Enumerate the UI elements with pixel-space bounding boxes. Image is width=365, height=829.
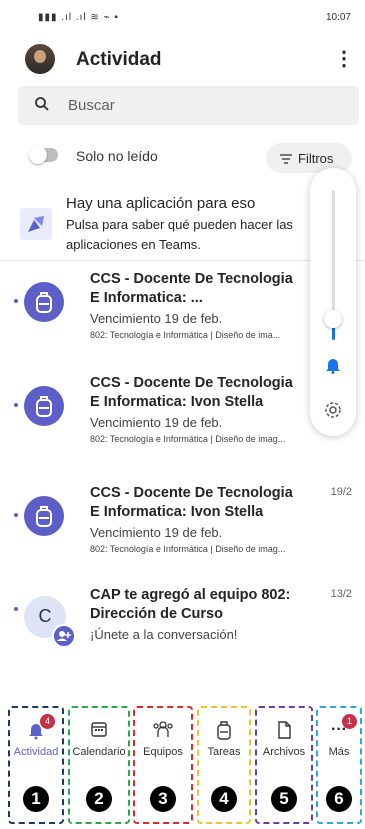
banner-description: Pulsa para saber qué pueden hacer las ap…: [66, 217, 293, 252]
assignment-avatar: [24, 282, 64, 322]
unread-dot: [14, 513, 18, 517]
notification-badge: 1: [342, 714, 357, 729]
item-time: 19/2: [330, 486, 352, 498]
step-number: 1: [10, 786, 62, 812]
gear-icon[interactable]: [323, 400, 343, 425]
item-meta: 802: Tecnología e Informática | Diseño d…: [90, 544, 286, 554]
assignment-avatar: [24, 386, 64, 426]
step-number: 6: [318, 786, 360, 812]
file-icon: [257, 720, 311, 742]
profile-avatar[interactable]: [25, 44, 55, 74]
nav-label: Archivos: [262, 746, 306, 758]
item-title: CCS - Docente De Tecnologia E Informatic…: [90, 485, 293, 520]
nav-item-archivos[interactable]: Archivos 5: [255, 706, 313, 824]
apps-icon: [20, 208, 52, 240]
people-add-icon: [52, 624, 76, 648]
notification-badge: 4: [40, 714, 55, 729]
nav-label: Equipos: [143, 746, 183, 758]
calendar-icon: [70, 720, 128, 742]
status-icons: ▮▮▮ .ıl .ıl ≋ ⌁ ▪: [38, 12, 119, 23]
banner-title: Hay una aplicación para eso: [66, 195, 256, 212]
teams-icon: [135, 720, 191, 742]
nav-item-actividad[interactable]: 4 Actividad 1: [8, 706, 64, 824]
unread-dot: [14, 403, 18, 407]
bell-icon[interactable]: [324, 356, 342, 379]
unread-only-label: Solo no leído: [76, 148, 158, 164]
search-bar[interactable]: Buscar: [18, 86, 359, 125]
item-title: CCS - Docente De Tecnologia E Informatic…: [90, 271, 293, 306]
item-subtitle: Vencimiento 19 de feb.: [90, 525, 223, 540]
nav-label: Actividad: [13, 746, 59, 758]
step-number: 2: [70, 786, 128, 812]
step-number: 5: [257, 786, 311, 812]
nav-label: Tareas: [207, 746, 241, 758]
nav-item-tareas[interactable]: Tareas 4: [197, 706, 251, 824]
step-number: 4: [199, 786, 249, 812]
list-item[interactable]: CCS - Docente De Tecnologia E Informatic…: [0, 482, 365, 578]
list-item[interactable]: C CAP te agregó al equipo 802: Dirección…: [0, 584, 365, 654]
item-subtitle: Vencimiento 19 de feb.: [90, 415, 223, 430]
backpack-icon: [36, 396, 52, 417]
status-bar: ▮▮▮ .ıl .ıl ≋ ⌁ ▪ 10:07: [0, 0, 365, 30]
nav-item-equipos[interactable]: Equipos 3: [133, 706, 193, 824]
unread-dot: [14, 607, 18, 611]
nav-label: Calendario: [72, 746, 126, 758]
backpack-icon: [199, 720, 249, 742]
team-avatar: C: [24, 596, 76, 648]
item-subtitle: ¡Únete a la conversación!: [90, 627, 238, 642]
page-title: Actividad: [76, 49, 162, 70]
backpack-icon: [36, 292, 52, 313]
step-number: 3: [135, 786, 191, 812]
nav-item-calendario[interactable]: Calendario 2: [68, 706, 130, 824]
nav-label: Más: [328, 746, 350, 758]
nav-item-mas[interactable]: ··· 1 Más 6: [316, 706, 362, 824]
volume-slider-handle[interactable]: [324, 310, 342, 328]
more-options-icon[interactable]: ⋮: [334, 49, 354, 69]
bottom-navigation: 4 Actividad 1 Calendario 2 Equipos 3 Tar…: [0, 706, 365, 829]
search-icon: [34, 96, 50, 117]
item-title: CCS - Docente De Tecnologia E Informatic…: [90, 375, 293, 410]
item-title: CAP te agregó al equipo 802: Dirección d…: [90, 587, 291, 622]
item-subtitle: Vencimiento 19 de feb.: [90, 311, 223, 326]
status-time: 10:07: [325, 12, 351, 23]
assignment-avatar: [24, 496, 64, 536]
item-time: 13/2: [330, 588, 352, 600]
unread-dot: [14, 299, 18, 303]
unread-only-toggle[interactable]: [29, 146, 58, 164]
item-meta: 802: Tecnología e Informática | Diseño d…: [90, 434, 286, 444]
filter-icon: [280, 152, 292, 167]
header: Actividad ⋮: [0, 40, 365, 82]
search-placeholder: Buscar: [68, 97, 115, 114]
backpack-icon: [36, 506, 52, 527]
volume-panel: [310, 168, 356, 436]
filters-label: Filtros: [298, 151, 334, 166]
